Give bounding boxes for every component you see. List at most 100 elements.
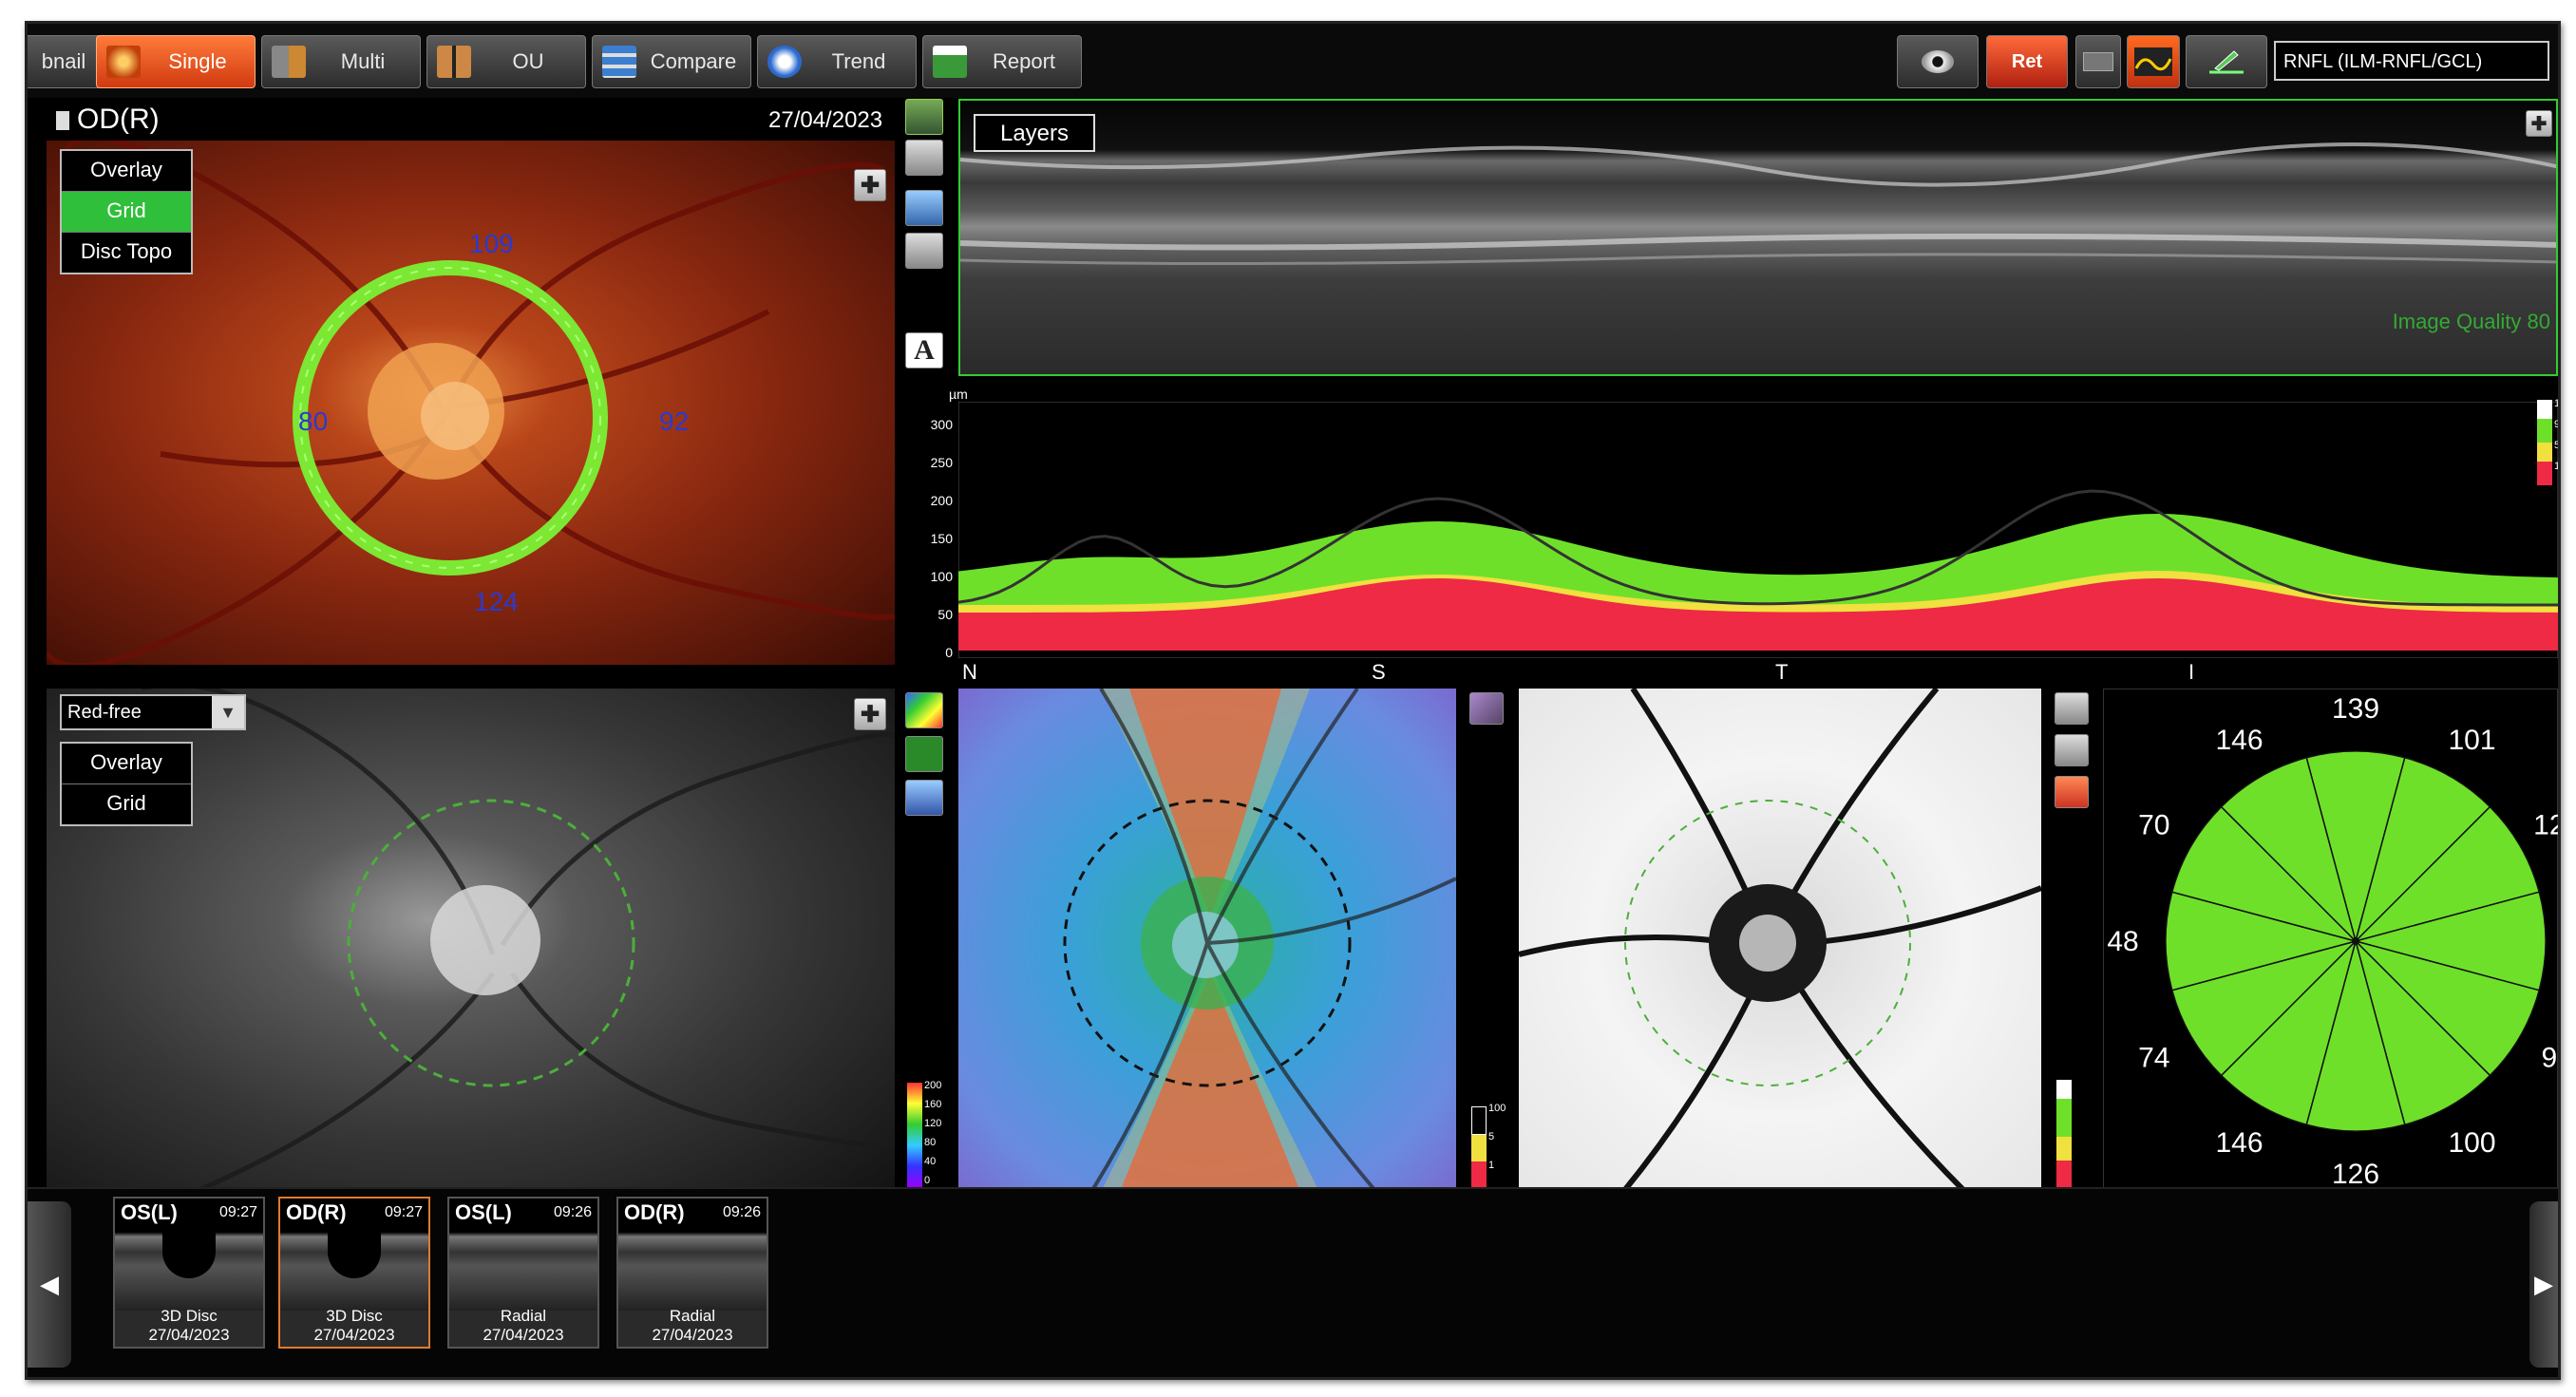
ret-button[interactable]: Ret	[1986, 35, 2068, 88]
single-button[interactable]: Single	[96, 35, 256, 88]
overlay-option[interactable]: Overlay	[62, 151, 191, 192]
deviation-map-icon[interactable]	[905, 736, 943, 772]
tsnit-label-n: N	[962, 660, 977, 684]
grid-option[interactable]: Grid	[62, 192, 191, 233]
redfree-select[interactable]: Red-free ▼	[60, 694, 246, 730]
eye-view-button[interactable]	[1897, 35, 1979, 88]
expand-bscan-button[interactable]: ✚	[2526, 110, 2552, 137]
scale-label: 160	[924, 1099, 942, 1110]
legend-green	[2537, 419, 2552, 443]
eye-icon	[1922, 50, 1954, 73]
tsnit-unit-label: µm	[949, 387, 968, 402]
layers-button[interactable]: Layers	[974, 114, 1095, 152]
image-quality-label: Image Quality 80	[2392, 310, 2550, 333]
scan-lines-icon[interactable]	[905, 140, 943, 176]
quadrant-view-icon[interactable]	[2055, 692, 2089, 725]
scale-label: 200	[924, 1080, 942, 1091]
next-thumbnails-button[interactable]: ▶	[2529, 1201, 2558, 1368]
profile-wave-icon	[2134, 47, 2172, 76]
thickness-map-icon[interactable]	[905, 692, 943, 728]
report-button[interactable]: Report	[922, 35, 1082, 88]
thickness-scale-labels: 200 160 120 80 40 0	[924, 1080, 953, 1190]
scale-label: 80	[924, 1137, 937, 1148]
legend-yellow	[2537, 443, 2552, 462]
tsnit-ytick: 300	[930, 417, 953, 432]
sector-value: 146	[2215, 725, 2263, 756]
dev-legend-white	[1471, 1106, 1487, 1135]
single-eye-icon	[106, 46, 141, 78]
single-label: Single	[168, 49, 227, 73]
dev-legend-yellow	[1471, 1135, 1487, 1161]
sector-value: 100	[2448, 1127, 2495, 1159]
eye-title: OD(R)	[56, 104, 160, 136]
gallery-icon	[2083, 52, 2113, 71]
sector-legend-white	[2056, 1080, 2072, 1099]
thumbnail-cup	[328, 1231, 381, 1278]
clock-hour-chart: 1391011236192100126146744870146	[2103, 689, 2558, 1192]
trend-button[interactable]: Trend	[757, 35, 917, 88]
tsnit-ytick: 50	[938, 607, 953, 622]
thumbnail-eye: OS(L)	[121, 1200, 178, 1224]
expand-fundus-button[interactable]: ✚	[854, 169, 886, 201]
expand-redfree-button[interactable]: ✚	[854, 698, 886, 730]
disc-topo-option[interactable]: Disc Topo	[62, 233, 191, 273]
tsnit-ytick: 100	[930, 569, 953, 584]
fundus-overlay-menu: Overlay Grid Disc Topo	[60, 149, 193, 274]
scan-thumbnail[interactable]: OD(R) 09:26 Radial 27/04/2023	[616, 1197, 768, 1349]
gallery-button[interactable]	[2075, 35, 2121, 88]
sector-legend-yellow	[2056, 1137, 2072, 1161]
tsnit-legend-tick: 95	[2554, 419, 2561, 430]
rnfl-thickness-map[interactable]	[958, 689, 1456, 1192]
tsnit-ytick: 150	[930, 531, 953, 546]
thumbnail-time: 09:27	[384, 1204, 423, 1220]
multi-button[interactable]: Multi	[261, 35, 421, 88]
tsnit-label-s: S	[1372, 660, 1386, 684]
trend-label: Trend	[831, 49, 886, 73]
prev-thumbnails-button[interactable]: ◀	[28, 1201, 71, 1368]
sector-view-icon[interactable]	[2055, 734, 2089, 766]
tsnit-ytick: 0	[945, 645, 953, 660]
deviation-map[interactable]	[1519, 689, 2041, 1192]
overlay-option[interactable]: Overlay	[62, 744, 191, 784]
bscan-image[interactable]: Layers Image Quality 80 ✚	[958, 99, 2558, 376]
sector-legend-red	[2056, 1161, 2072, 1187]
thumbnail-date: 27/04/2023	[148, 1326, 230, 1344]
sector-value: 74	[2138, 1043, 2169, 1074]
annotation-icon[interactable]: A	[905, 332, 943, 368]
circle-scan-icon[interactable]	[905, 233, 943, 269]
scan-thumbnail[interactable]: OD(R) 09:27 3D Disc 27/04/2023	[278, 1197, 430, 1349]
scan-thumbnail[interactable]: OS(L) 09:27 3D Disc 27/04/2023	[113, 1197, 265, 1349]
layer-view-icon[interactable]	[905, 190, 943, 226]
layer-tool-button[interactable]	[2186, 35, 2267, 88]
bscan-layers	[960, 142, 2556, 266]
sector-value: 123	[2533, 810, 2559, 841]
ou-button[interactable]: OU	[426, 35, 586, 88]
thumbnail-type: 3D Disc	[161, 1307, 218, 1325]
scale-label: 0	[924, 1175, 931, 1186]
thumbnail-time: 09:26	[722, 1204, 761, 1220]
significance-map-icon[interactable]	[905, 780, 943, 816]
grid-option[interactable]: Grid	[62, 784, 191, 824]
tsnit-label-t: T	[1775, 660, 1789, 684]
layer-select[interactable]: RNFL (ILM-RNFL/GCL)	[2274, 41, 2549, 81]
sector-value: 70	[2138, 810, 2169, 841]
thumbnail-type: Radial	[500, 1307, 547, 1325]
deviation-view-icon[interactable]	[1469, 692, 1504, 725]
scale-label: 40	[924, 1156, 937, 1167]
expand-icon: ✚	[860, 701, 881, 727]
deviation-scale	[1471, 1106, 1487, 1187]
fundus-view-icon[interactable]	[905, 99, 943, 135]
clock-hour-view-icon[interactable]	[2055, 776, 2089, 808]
expand-icon: ✚	[860, 172, 881, 198]
compare-button[interactable]: Compare	[592, 35, 751, 88]
tsnit-label-i: I	[2188, 660, 2195, 684]
dev-legend-red	[1471, 1161, 1487, 1187]
thumbnail-button[interactable]: bnail	[28, 35, 105, 88]
thumbnail-date: 27/04/2023	[313, 1326, 395, 1344]
redfree-overlay-menu: Overlay Grid	[60, 742, 193, 826]
sector-legend-green	[2056, 1099, 2072, 1137]
thickness-profile-button[interactable]	[2127, 35, 2180, 88]
eye-lock-icon	[56, 111, 69, 131]
tsnit-legend-tick: 5	[2554, 440, 2561, 451]
scan-thumbnail[interactable]: OS(L) 09:26 Radial 27/04/2023	[447, 1197, 599, 1349]
